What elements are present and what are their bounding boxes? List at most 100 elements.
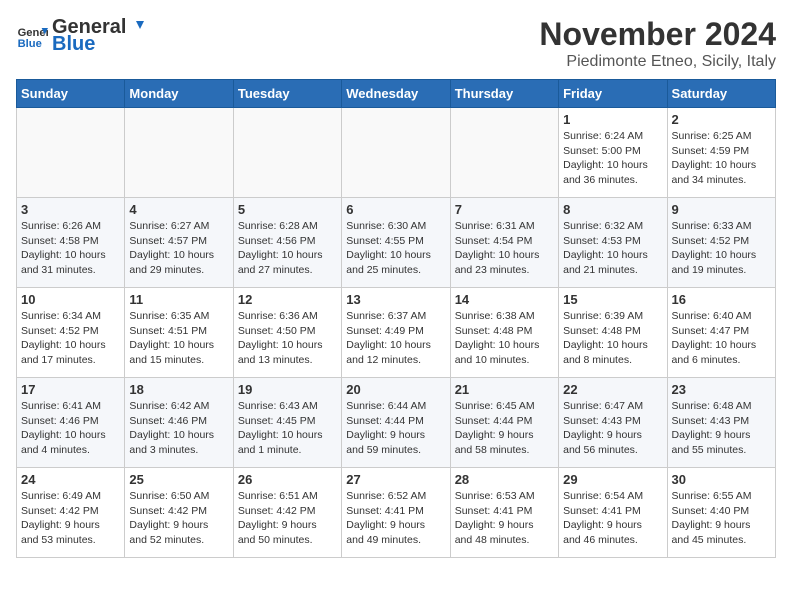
day-number: 2 xyxy=(672,112,771,127)
day-number: 8 xyxy=(563,202,662,217)
weekday-header: Wednesday xyxy=(342,80,450,108)
day-number: 13 xyxy=(346,292,445,307)
day-info: Sunrise: 6:49 AM Sunset: 4:42 PM Dayligh… xyxy=(21,489,120,548)
day-number: 7 xyxy=(455,202,554,217)
day-number: 14 xyxy=(455,292,554,307)
calendar-cell: 10 Sunrise: 6:34 AM Sunset: 4:52 PM Dayli… xyxy=(17,288,125,378)
day-number: 16 xyxy=(672,292,771,307)
day-info: Sunrise: 6:52 AM Sunset: 4:41 PM Dayligh… xyxy=(346,489,445,548)
day-info: Sunrise: 6:50 AM Sunset: 4:42 PM Dayligh… xyxy=(129,489,228,548)
calendar-cell: 30 Sunrise: 6:55 AM Sunset: 4:40 PM Dayli… xyxy=(667,468,775,558)
calendar-cell: 19Sunrise: 6:43 AM Sunset: 4:45 PM Dayli… xyxy=(233,378,341,468)
day-number: 30 xyxy=(672,472,771,487)
day-number: 22 xyxy=(563,382,662,397)
day-info: Sunrise: 6:51 AM Sunset: 4:42 PM Dayligh… xyxy=(238,489,337,548)
location-title: Piedimonte Etneo, Sicily, Italy xyxy=(539,53,776,71)
day-info: Sunrise: 6:53 AM Sunset: 4:41 PM Dayligh… xyxy=(455,489,554,548)
day-info: Sunrise: 6:40 AM Sunset: 4:47 PM Dayligh… xyxy=(672,309,771,368)
day-info: Sunrise: 6:47 AM Sunset: 4:43 PM Dayligh… xyxy=(563,399,662,458)
calendar-cell: 1 Sunrise: 6:24 AM Sunset: 5:00 PM Daylig… xyxy=(559,108,667,198)
calendar-cell: 13 Sunrise: 6:37 AM Sunset: 4:49 PM Dayli… xyxy=(342,288,450,378)
day-number: 10 xyxy=(21,292,120,307)
day-info: Sunrise: 6:55 AM Sunset: 4:40 PM Dayligh… xyxy=(672,489,771,548)
calendar-cell: 26 Sunrise: 6:51 AM Sunset: 4:42 PM Dayli… xyxy=(233,468,341,558)
day-info: Sunrise: 6:54 AM Sunset: 4:41 PM Dayligh… xyxy=(563,489,662,548)
calendar-cell: 29 Sunrise: 6:54 AM Sunset: 4:41 PM Dayli… xyxy=(559,468,667,558)
day-info: Sunrise: 6:26 AM Sunset: 4:58 PM Dayligh… xyxy=(21,219,120,278)
calendar-cell: 28 Sunrise: 6:53 AM Sunset: 4:41 PM Dayli… xyxy=(450,468,558,558)
calendar-cell: 23Sunrise: 6:48 AM Sunset: 4:43 PM Dayli… xyxy=(667,378,775,468)
calendar-cell: 9 Sunrise: 6:33 AM Sunset: 4:52 PM Daylig… xyxy=(667,198,775,288)
day-info: Sunrise: 6:43 AM Sunset: 4:45 PM Dayligh… xyxy=(238,399,337,458)
calendar-week-row: 1 Sunrise: 6:24 AM Sunset: 5:00 PM Daylig… xyxy=(17,108,776,198)
calendar-cell: 6 Sunrise: 6:30 AM Sunset: 4:55 PM Daylig… xyxy=(342,198,450,288)
weekday-header: Sunday xyxy=(17,80,125,108)
calendar-cell: 8 Sunrise: 6:32 AM Sunset: 4:53 PM Daylig… xyxy=(559,198,667,288)
day-info: Sunrise: 6:35 AM Sunset: 4:51 PM Dayligh… xyxy=(129,309,228,368)
day-number: 15 xyxy=(563,292,662,307)
calendar-cell: 2 Sunrise: 6:25 AM Sunset: 4:59 PM Daylig… xyxy=(667,108,775,198)
calendar-week-row: 10 Sunrise: 6:34 AM Sunset: 4:52 PM Dayli… xyxy=(17,288,776,378)
day-number: 24 xyxy=(21,472,120,487)
weekday-header: Saturday xyxy=(667,80,775,108)
day-number: 29 xyxy=(563,472,662,487)
day-info: Sunrise: 6:32 AM Sunset: 4:53 PM Dayligh… xyxy=(563,219,662,278)
day-number: 26 xyxy=(238,472,337,487)
day-number: 12 xyxy=(238,292,337,307)
calendar-cell: 4Sunrise: 6:27 AM Sunset: 4:57 PM Daylig… xyxy=(125,198,233,288)
day-number: 18 xyxy=(129,382,228,397)
title-section: November 2024 Piedimonte Etneo, Sicily, … xyxy=(539,16,776,71)
calendar-cell: 17 Sunrise: 6:41 AM Sunset: 4:46 PM Dayli… xyxy=(17,378,125,468)
calendar-cell: 11Sunrise: 6:35 AM Sunset: 4:51 PM Dayli… xyxy=(125,288,233,378)
header: General Blue General Blue November 2024 … xyxy=(16,16,776,71)
day-info: Sunrise: 6:44 AM Sunset: 4:44 PM Dayligh… xyxy=(346,399,445,458)
day-info: Sunrise: 6:24 AM Sunset: 5:00 PM Dayligh… xyxy=(563,129,662,188)
calendar-cell: 12 Sunrise: 6:36 AM Sunset: 4:50 PM Dayli… xyxy=(233,288,341,378)
logo-arrow-icon xyxy=(128,19,146,37)
header-row: SundayMondayTuesdayWednesdayThursdayFrid… xyxy=(17,80,776,108)
day-number: 4 xyxy=(129,202,228,217)
calendar-cell: 5 Sunrise: 6:28 AM Sunset: 4:56 PM Daylig… xyxy=(233,198,341,288)
day-number: 1 xyxy=(563,112,662,127)
calendar-cell: 15 Sunrise: 6:39 AM Sunset: 4:48 PM Dayli… xyxy=(559,288,667,378)
calendar-cell xyxy=(450,108,558,198)
day-number: 21 xyxy=(455,382,554,397)
day-number: 9 xyxy=(672,202,771,217)
day-info: Sunrise: 6:25 AM Sunset: 4:59 PM Dayligh… xyxy=(672,129,771,188)
calendar-cell xyxy=(125,108,233,198)
day-info: Sunrise: 6:42 AM Sunset: 4:46 PM Dayligh… xyxy=(129,399,228,458)
weekday-header: Monday xyxy=(125,80,233,108)
day-info: Sunrise: 6:34 AM Sunset: 4:52 PM Dayligh… xyxy=(21,309,120,368)
calendar-cell: 20Sunrise: 6:44 AM Sunset: 4:44 PM Dayli… xyxy=(342,378,450,468)
calendar-cell: 3 Sunrise: 6:26 AM Sunset: 4:58 PM Daylig… xyxy=(17,198,125,288)
day-info: Sunrise: 6:28 AM Sunset: 4:56 PM Dayligh… xyxy=(238,219,337,278)
day-number: 5 xyxy=(238,202,337,217)
day-info: Sunrise: 6:31 AM Sunset: 4:54 PM Dayligh… xyxy=(455,219,554,278)
weekday-header: Tuesday xyxy=(233,80,341,108)
day-info: Sunrise: 6:36 AM Sunset: 4:50 PM Dayligh… xyxy=(238,309,337,368)
calendar-cell xyxy=(17,108,125,198)
day-number: 23 xyxy=(672,382,771,397)
calendar-cell: 7 Sunrise: 6:31 AM Sunset: 4:54 PM Daylig… xyxy=(450,198,558,288)
day-number: 6 xyxy=(346,202,445,217)
calendar-cell: 22 Sunrise: 6:47 AM Sunset: 4:43 PM Dayli… xyxy=(559,378,667,468)
day-number: 27 xyxy=(346,472,445,487)
calendar-cell xyxy=(342,108,450,198)
day-number: 17 xyxy=(21,382,120,397)
day-number: 25 xyxy=(129,472,228,487)
weekday-header: Friday xyxy=(559,80,667,108)
calendar-body: 1 Sunrise: 6:24 AM Sunset: 5:00 PM Daylig… xyxy=(17,108,776,558)
day-info: Sunrise: 6:33 AM Sunset: 4:52 PM Dayligh… xyxy=(672,219,771,278)
day-number: 28 xyxy=(455,472,554,487)
calendar-week-row: 24 Sunrise: 6:49 AM Sunset: 4:42 PM Dayli… xyxy=(17,468,776,558)
day-info: Sunrise: 6:37 AM Sunset: 4:49 PM Dayligh… xyxy=(346,309,445,368)
calendar-cell: 21Sunrise: 6:45 AM Sunset: 4:44 PM Dayli… xyxy=(450,378,558,468)
day-info: Sunrise: 6:39 AM Sunset: 4:48 PM Dayligh… xyxy=(563,309,662,368)
calendar-cell: 25 Sunrise: 6:50 AM Sunset: 4:42 PM Dayli… xyxy=(125,468,233,558)
calendar-cell xyxy=(233,108,341,198)
day-info: Sunrise: 6:30 AM Sunset: 4:55 PM Dayligh… xyxy=(346,219,445,278)
calendar-cell: 14Sunrise: 6:38 AM Sunset: 4:48 PM Dayli… xyxy=(450,288,558,378)
calendar-week-row: 3 Sunrise: 6:26 AM Sunset: 4:58 PM Daylig… xyxy=(17,198,776,288)
day-info: Sunrise: 6:41 AM Sunset: 4:46 PM Dayligh… xyxy=(21,399,120,458)
day-number: 3 xyxy=(21,202,120,217)
